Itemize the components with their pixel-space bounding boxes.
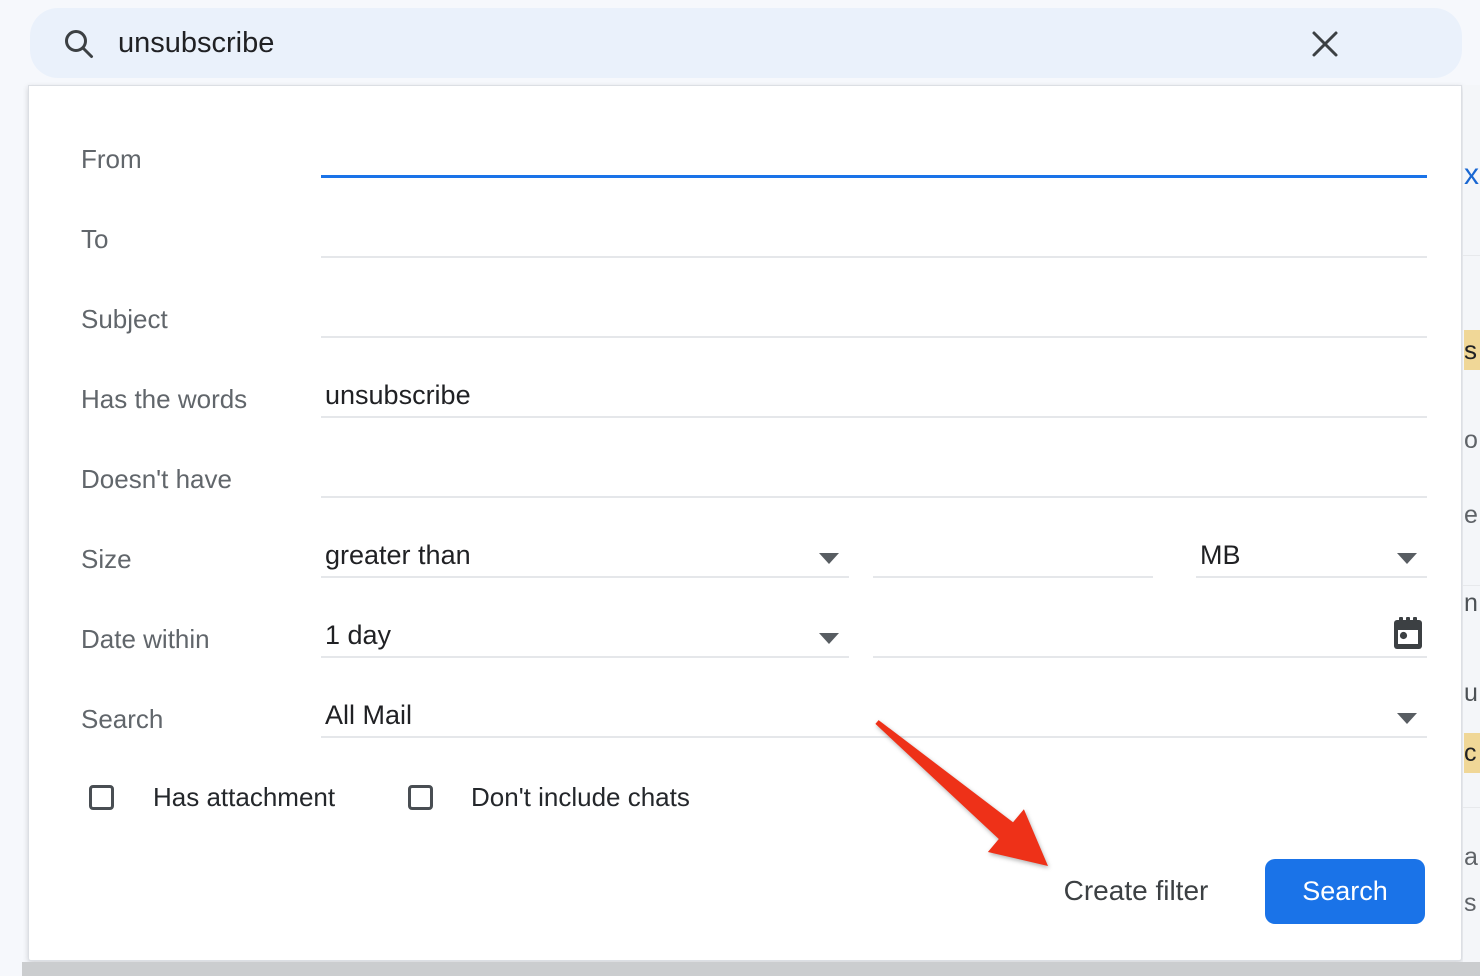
background-text-fragment: s [1464,883,1480,923]
date-range-select[interactable]: 1 day [321,613,849,658]
search-button[interactable]: Search [1265,859,1425,924]
date-within-label: Date within [81,611,210,667]
filter-row-from: From [29,131,1461,187]
from-label: From [81,131,142,187]
has-words-label: Has the words [81,371,247,427]
filter-row-subject: Subject [29,291,1461,347]
advanced-search-dialog: From To Subject Has the words unsubscrib… [28,85,1462,961]
to-label: To [81,211,108,267]
size-unit-select[interactable]: MB [1196,533,1427,578]
doesnt-have-input[interactable] [321,453,1427,498]
chevron-down-icon [1397,553,1417,564]
checkbox-row: Has attachment Don't include chats [29,772,1461,828]
size-operator-select[interactable]: greater than [321,533,849,578]
background-row-separator [1463,255,1480,256]
background-mail-list-strip: xsoenucas [1463,85,1480,962]
background-text-fragment: u [1464,673,1480,713]
chevron-down-icon [1397,713,1417,724]
close-icon[interactable] [1308,27,1342,61]
has-attachment-checkbox[interactable] [89,785,114,810]
background-text-fragment: a [1464,837,1480,877]
filter-row-search-scope: Search All Mail [29,691,1461,747]
filter-row-doesnt-have: Doesn't have [29,451,1461,507]
search-scope-label: Search [81,691,163,747]
doesnt-have-label: Doesn't have [81,451,232,507]
background-text-fragment: c [1464,733,1480,773]
from-input[interactable] [321,133,1427,178]
search-scope-select[interactable]: All Mail [321,693,1427,738]
size-label: Size [81,531,132,587]
filter-row-has-words: Has the words unsubscribe [29,371,1461,427]
background-row-separator [1463,807,1480,808]
background-text-fragment: s [1464,330,1480,370]
gmail-advanced-search-screen: unsubscribe From To Subject [0,0,1480,976]
bottom-window-edge [22,962,1480,976]
no-chats-checkbox[interactable] [408,785,433,810]
search-input[interactable]: unsubscribe [118,8,718,78]
calendar-icon[interactable] [1393,617,1423,650]
no-chats-label[interactable]: Don't include chats [471,772,690,822]
background-text-fragment: e [1464,495,1480,535]
subject-input[interactable] [321,293,1427,338]
filter-row-to: To [29,211,1461,267]
has-attachment-label[interactable]: Has attachment [153,772,335,822]
filter-row-date-within: Date within 1 day [29,611,1461,667]
search-icon[interactable] [62,27,96,61]
chevron-down-icon [819,553,839,564]
background-text-fragment: n [1464,583,1480,623]
size-amount-input[interactable] [873,533,1153,578]
background-text-fragment: o [1464,420,1480,460]
subject-label: Subject [81,291,168,347]
date-input[interactable] [873,613,1427,658]
create-filter-button[interactable]: Create filter [1036,863,1236,919]
has-words-input[interactable]: unsubscribe [321,373,1427,418]
chevron-down-icon [819,633,839,644]
to-input[interactable] [321,213,1427,258]
search-bar[interactable]: unsubscribe [30,8,1462,78]
filter-row-size: Size greater than MB [29,531,1461,587]
background-text-fragment: x [1464,155,1480,195]
